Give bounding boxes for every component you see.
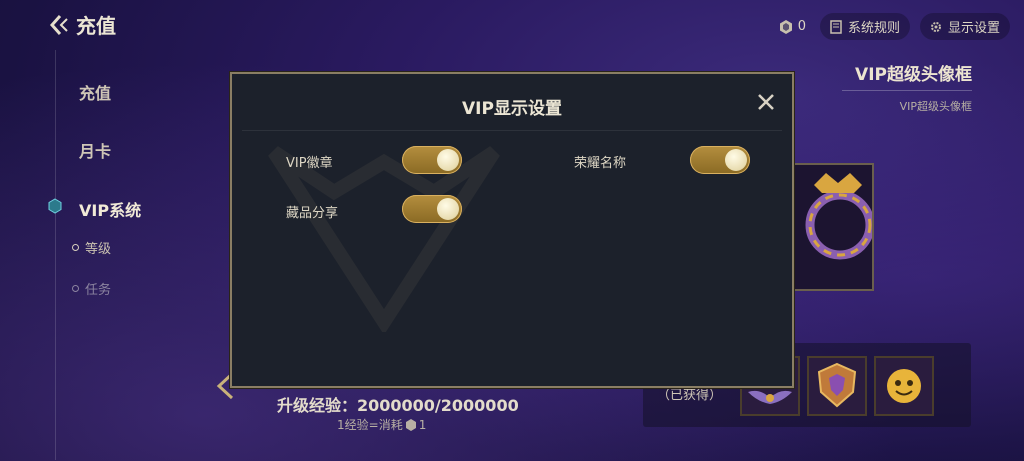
- upgrade-exp: 升级经验：2000000/2000000: [277, 396, 519, 415]
- emote-face-icon: [887, 369, 921, 403]
- vip-display-settings-dialog: VIP显示设置 VIP徽章 荣耀名称 藏品分享: [230, 72, 794, 388]
- sidebar-sub-level[interactable]: 等级: [72, 238, 111, 257]
- chevron-left-icon: [49, 14, 68, 35]
- exp-note-prefix: 1经验=消耗: [337, 418, 403, 432]
- toggle-collection-share[interactable]: [402, 195, 462, 223]
- toggle-honor-name[interactable]: [690, 146, 750, 174]
- display-settings-label: 显示设置: [947, 21, 1000, 36]
- option-label-honor-name: 荣耀名称: [574, 156, 627, 171]
- active-hexagon-icon: [48, 198, 62, 214]
- reward-emote[interactable]: [874, 356, 934, 416]
- frame-subtitle: VIP超级头像框: [899, 100, 972, 113]
- bullet-icon: [72, 285, 79, 292]
- back-button[interactable]: 充值: [48, 10, 116, 39]
- avatar-frame-preview: [792, 163, 875, 291]
- sidebar-sub-label: 任务: [85, 283, 112, 298]
- currency-counter: 0: [776, 15, 810, 38]
- rules-button[interactable]: 系统规则: [819, 13, 910, 40]
- dialog-title: VIP显示设置: [462, 99, 562, 119]
- option-label-vip-badge: VIP徽章: [286, 156, 333, 171]
- page-title: 充值: [76, 14, 116, 38]
- divider: [842, 90, 972, 91]
- coin-count: 0: [797, 19, 806, 34]
- bullet-icon: [72, 244, 79, 251]
- sidebar-item-monthly-card[interactable]: 月卡: [79, 138, 111, 162]
- rules-label: 系统规则: [847, 21, 900, 36]
- sidebar-sub-label: 等级: [85, 242, 112, 257]
- sidebar-sub-tasks[interactable]: 任务: [72, 279, 111, 298]
- exp-note-suffix: 1: [418, 417, 427, 432]
- top-toolbar: 0 系统规则 显示设置: [776, 13, 1010, 40]
- shield-badge-icon: [817, 362, 857, 408]
- exp-conversion-note: 1经验=消耗 1: [337, 416, 426, 433]
- toggle-knob: [437, 149, 459, 171]
- frame-title: VIP超级头像框: [855, 65, 972, 85]
- sidebar-item-recharge[interactable]: 充值: [79, 80, 111, 104]
- close-icon[interactable]: [756, 92, 776, 112]
- sidebar-line: [55, 50, 56, 460]
- option-label-collection-share: 藏品分享: [286, 206, 339, 221]
- gear-icon: [930, 21, 941, 32]
- gem-icon: [779, 19, 792, 34]
- toggle-vip-badge[interactable]: [402, 146, 462, 174]
- book-icon: [830, 19, 842, 34]
- toggle-knob: [437, 198, 459, 220]
- avatar-frame-icon: [805, 173, 875, 260]
- toggle-knob: [725, 149, 747, 171]
- reward-badge[interactable]: [807, 356, 867, 416]
- gem-icon: [405, 418, 416, 431]
- display-settings-button[interactable]: 显示设置: [919, 13, 1010, 40]
- dialog-divider: [242, 130, 782, 131]
- sidebar-item-vip-system[interactable]: VIP系统: [79, 197, 141, 221]
